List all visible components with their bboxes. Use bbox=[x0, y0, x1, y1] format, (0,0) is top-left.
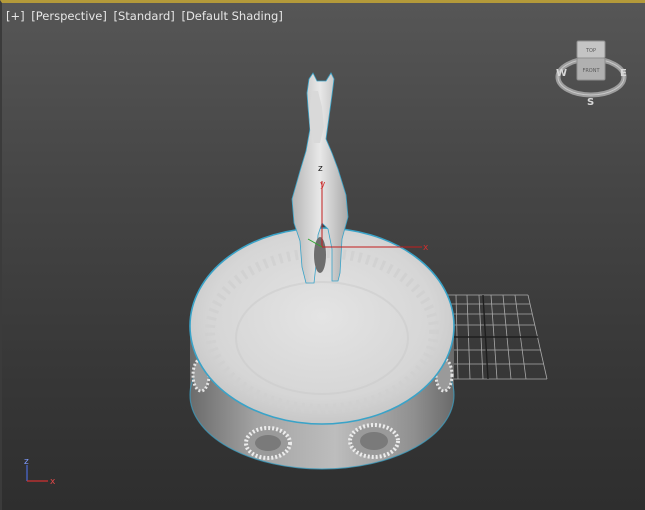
tripod-z-label: z bbox=[24, 457, 29, 467]
scene-canvas[interactable]: x y z z x bbox=[2, 3, 645, 510]
axis-tripod-icon: z x bbox=[24, 457, 56, 487]
gizmo-y-label: y bbox=[320, 180, 326, 190]
compass-west-label[interactable]: W bbox=[556, 68, 567, 79]
perspective-viewport[interactable]: [+] [Perspective] [Standard] [Default Sh… bbox=[0, 0, 645, 510]
compass-east-label[interactable]: E bbox=[620, 68, 627, 79]
gizmo-z-label: z bbox=[318, 164, 323, 174]
gizmo-x-label: x bbox=[423, 243, 429, 253]
viewcube-front-label: FRONT bbox=[582, 68, 600, 74]
tripod-x-label: x bbox=[50, 477, 56, 487]
viewcube-top-label: TOP bbox=[585, 48, 596, 54]
viewcube-icon[interactable]: TOP FRONT W E S bbox=[554, 39, 634, 111]
home-grid bbox=[446, 294, 548, 380]
compass-south-label[interactable]: S bbox=[587, 97, 594, 108]
